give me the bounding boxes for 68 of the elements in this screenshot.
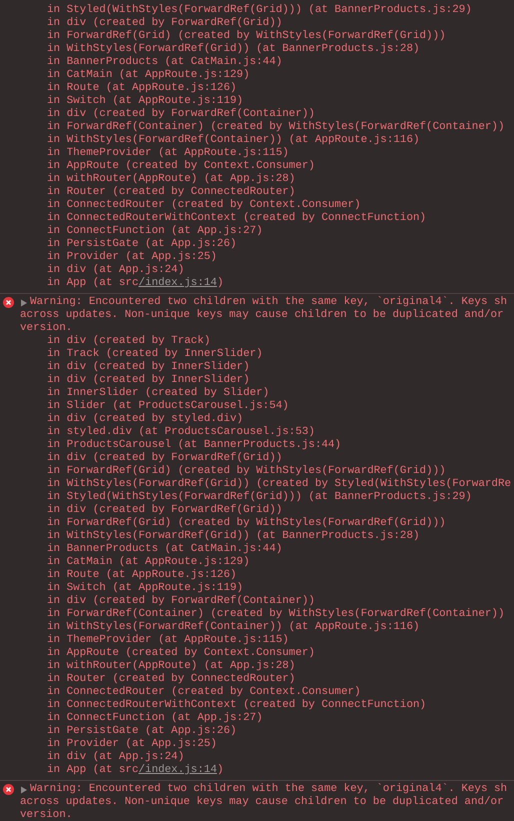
stack-frame: in ConnectedRouterWithContext (created by ConnectFunction) — [20, 699, 426, 712]
stack-frame: in Track (created by InnerSlider) — [20, 348, 263, 361]
stack-frame: in styled.div (at ProductsCarousel.js:53) — [20, 426, 315, 439]
stack-frame: in withRouter(AppRoute) (at App.js:28) — [20, 660, 296, 673]
stack-frame: in div (created by ForwardRef(Grid)) — [20, 17, 282, 30]
stack-frame: in InnerSlider (created by Slider) — [20, 387, 270, 400]
stack-frame: in ConnectedRouter (created by Context.Consumer) — [20, 199, 361, 212]
stack-frame: in WithStyles(ForwardRef(Container)) (at AppRoute.js:116) — [20, 134, 420, 147]
stack-frame: in WithStyles(ForwardRef(Grid)) (created by Styled(WithStyles(ForwardRe — [20, 478, 512, 491]
stack-frame: in Provider (at App.js:25) — [20, 251, 217, 264]
stack-frame: in Provider (at App.js:25) — [20, 738, 217, 751]
stack-frame: in div (created by InnerSlider) — [20, 374, 250, 387]
stack-frame: in App (at src/index.js:14) — [20, 277, 224, 290]
stack-frame: in ForwardRef(Grid) (created by WithStyles(ForwardRef(Grid))) — [20, 465, 446, 478]
stack-frame: in WithStyles(ForwardRef(Grid)) (at BannerProducts.js:28) — [20, 43, 420, 56]
stack-frame: in div (created by InnerSlider) — [20, 361, 250, 374]
stack-frame: in CatMain (at AppRoute.js:129) — [20, 69, 250, 82]
error-icon — [3, 784, 14, 795]
stack-frame: in ConnectedRouterWithContext (created by ConnectFunction) — [20, 212, 426, 225]
stack-frame: in Switch (at AppRoute.js:119) — [20, 582, 244, 595]
stack-frame: in PersistGate (at App.js:26) — [20, 238, 237, 251]
source-link[interactable]: /index.js:14 — [138, 277, 217, 289]
stack-frame: in BannerProducts (at CatMain.js:44) — [20, 543, 282, 556]
error-icon — [3, 297, 14, 308]
stack-frame: in div (created by ForwardRef(Grid)) — [20, 452, 282, 465]
stack-frame: in div (at App.js:24) — [20, 751, 184, 764]
stack-frame: in AppRoute (created by Context.Consumer) — [20, 160, 315, 173]
stack-frame: in BannerProducts (at CatMain.js:44) — [20, 56, 282, 69]
stack-frame: in ForwardRef(Grid) (created by WithStyles(ForwardRef(Grid))) — [20, 517, 446, 530]
stack-frame: in Switch (at AppRoute.js:119) — [20, 95, 244, 108]
source-link[interactable]: /index.js:14 — [138, 764, 217, 776]
warning-text: across updates. Non-unique keys may cause children to be duplicated and/or — [20, 796, 504, 809]
expand-triangle-icon[interactable] — [20, 298, 28, 306]
stack-frame: in CatMain (at AppRoute.js:129) — [20, 556, 250, 569]
warning-text: Warning: Encountered two children with the same key, `original4`. Keys sh — [30, 296, 508, 309]
stack-frame: in Styled(WithStyles(ForwardRef(Grid))) (at BannerProducts.js:29) — [20, 4, 472, 17]
stack-frame: in App (at src/index.js:14) — [20, 764, 224, 777]
stack-frame: in div (at App.js:24) — [20, 264, 184, 277]
stack-frame: in Slider (at ProductsCarousel.js:54) — [20, 400, 289, 413]
stack-frame: in ProductsCarousel (at BannerProducts.js:44) — [20, 439, 342, 452]
warning-text: Warning: Encountered two children with the same key, `original4`. Keys sh — [30, 783, 508, 796]
stack-frame: in Router (created by ConnectedRouter) — [20, 186, 296, 199]
stack-frame: in ForwardRef(Container) (created by WithStyles(ForwardRef(Container)) — [20, 608, 504, 621]
stack-frame: in WithStyles(ForwardRef(Container)) (at AppRoute.js:116) — [20, 621, 420, 634]
stack-frame: in Route (at AppRoute.js:126) — [20, 82, 237, 95]
stack-frame: in PersistGate (at App.js:26) — [20, 725, 237, 738]
stack-frame: in ForwardRef(Grid) (created by WithStyles(ForwardRef(Grid))) — [20, 30, 446, 43]
stack-frame: in div (created by Track) — [20, 335, 210, 348]
expand-triangle-icon[interactable] — [20, 786, 28, 794]
stack-frame: in WithStyles(ForwardRef(Grid)) (at BannerProducts.js:28) — [20, 530, 420, 543]
stack-frame: in Styled(WithStyles(ForwardRef(Grid))) (at BannerProducts.js:29) — [20, 491, 472, 504]
stack-frame: in withRouter(AppRoute) (at App.js:28) — [20, 173, 296, 186]
stack-frame: in ConnectedRouter (created by Context.Consumer) — [20, 686, 361, 699]
stack-frame: in div (created by ForwardRef(Container)) — [20, 595, 315, 608]
stack-frame: in ForwardRef(Container) (created by WithStyles(ForwardRef(Container)) — [20, 121, 504, 134]
stack-frame: in ThemeProvider (at AppRoute.js:115) — [20, 634, 289, 647]
warning-text: version. — [20, 809, 72, 821]
stack-frame: in ConnectFunction (at App.js:27) — [20, 712, 263, 725]
stack-frame: in ThemeProvider (at AppRoute.js:115) — [20, 147, 289, 160]
stack-frame: in Router (created by ConnectedRouter) — [20, 673, 296, 686]
warning-text: version. — [20, 322, 72, 335]
stack-frame: in div (created by ForwardRef(Container)) — [20, 108, 315, 121]
stack-frame: in div (created by styled.div) — [20, 413, 244, 426]
stack-frame: in div (created by ForwardRef(Grid)) — [20, 504, 282, 517]
warning-text: across updates. Non-unique keys may cause children to be duplicated and/or — [20, 309, 504, 322]
stack-frame: in ConnectFunction (at App.js:27) — [20, 225, 263, 238]
stack-frame: in AppRoute (created by Context.Consumer) — [20, 647, 315, 660]
stack-frame: in Route (at AppRoute.js:126) — [20, 569, 237, 582]
